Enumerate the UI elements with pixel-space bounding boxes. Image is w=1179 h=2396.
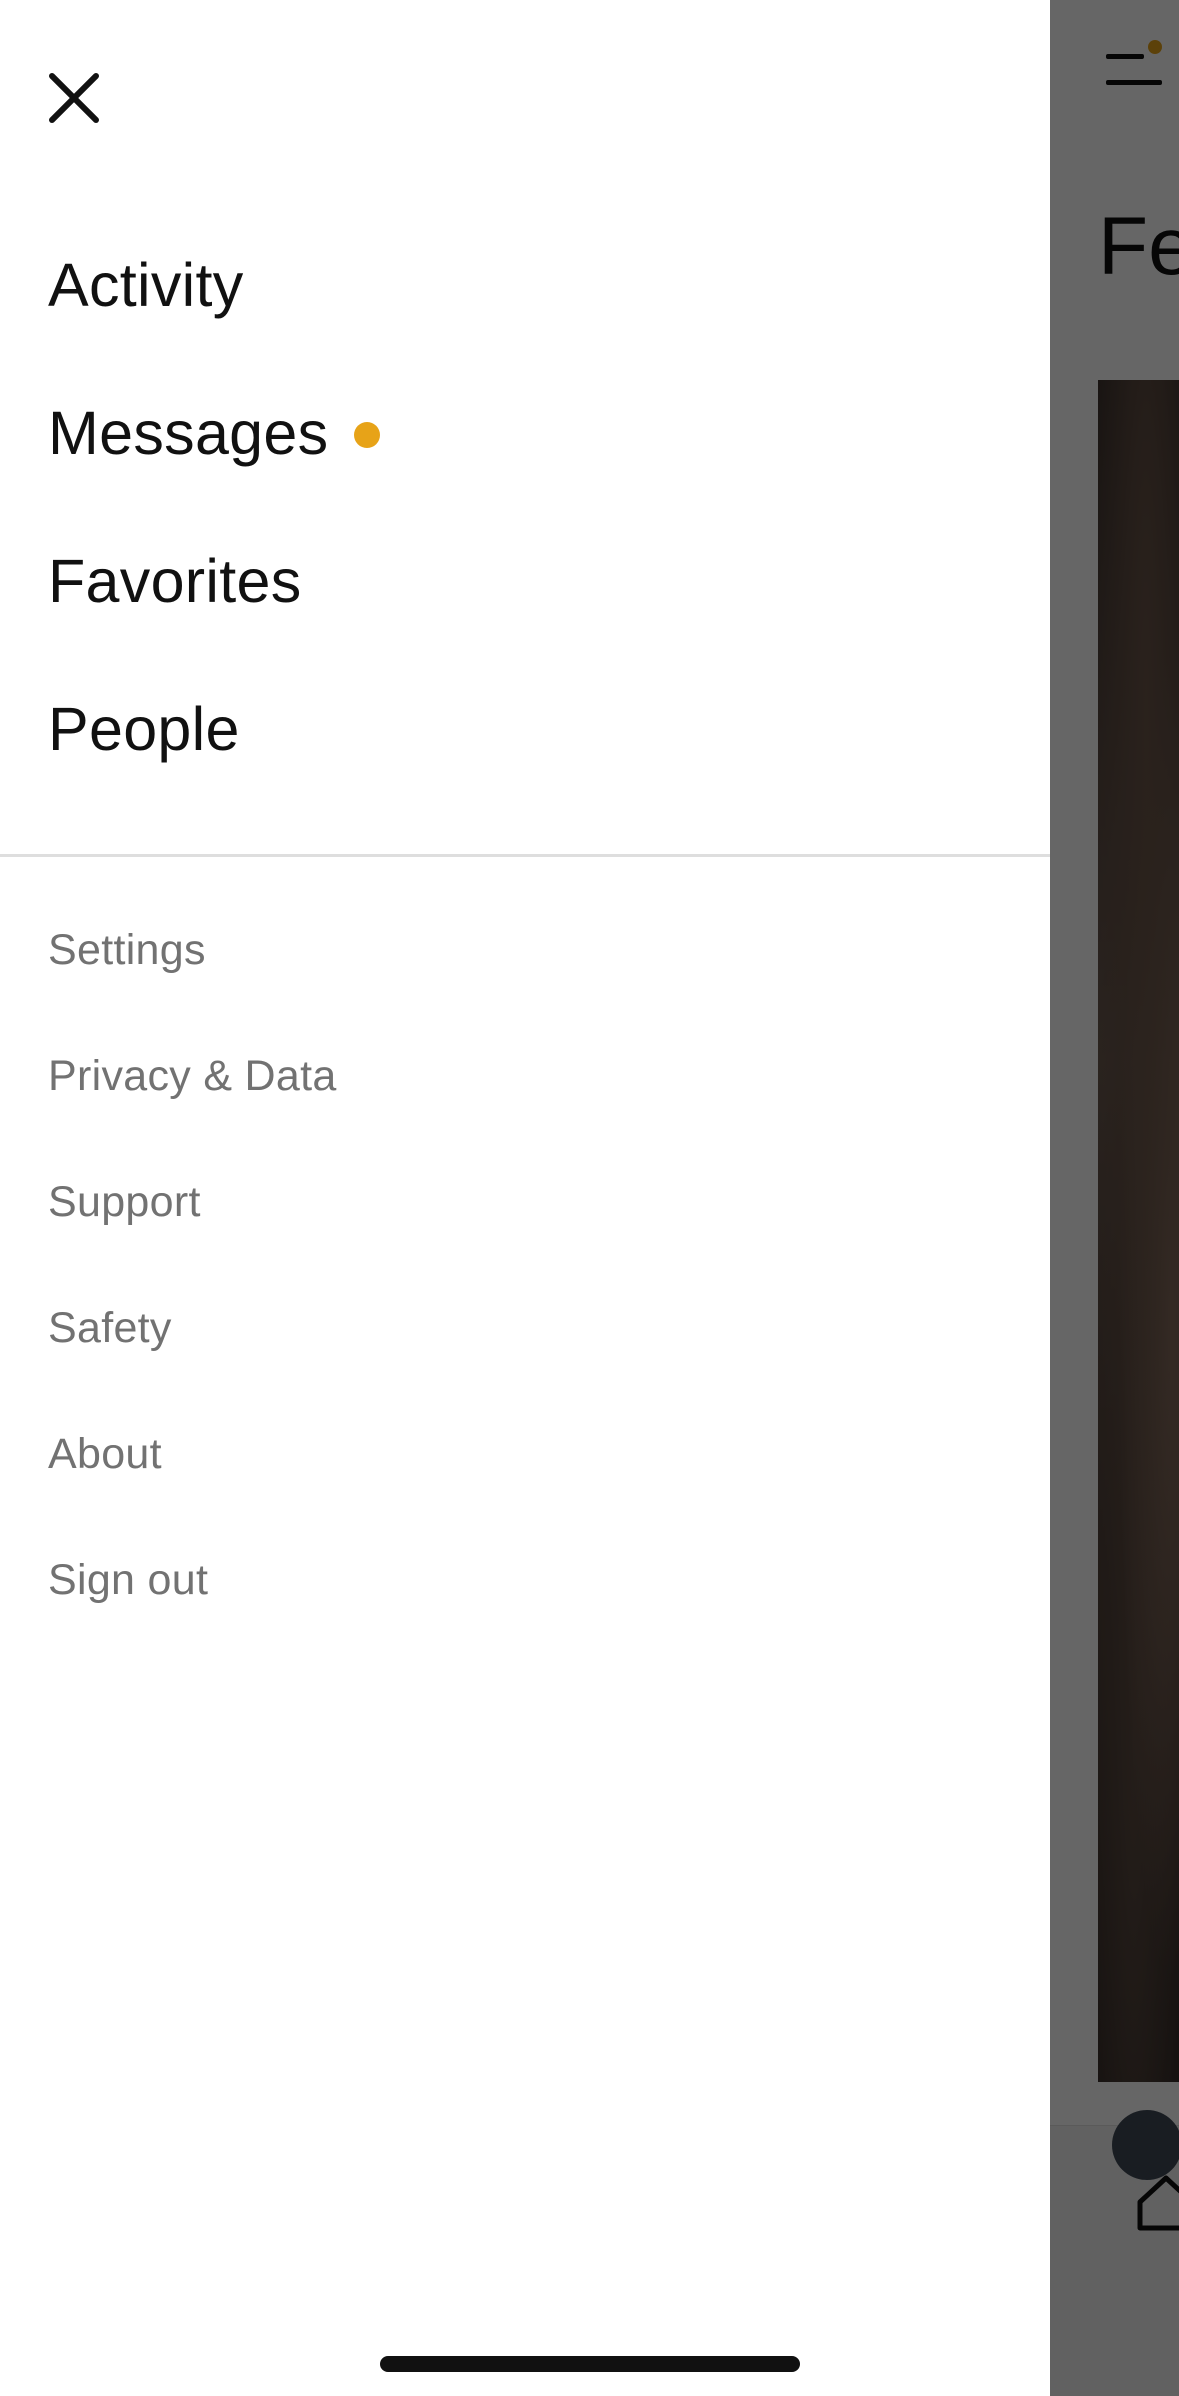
divider bbox=[0, 854, 1050, 857]
nav-item-label: Favorites bbox=[48, 547, 302, 615]
nav-item-label: About bbox=[48, 1429, 162, 1478]
nav-item-support[interactable]: Support bbox=[48, 1162, 201, 1242]
nav-item-label: Support bbox=[48, 1177, 201, 1226]
navigation-drawer: Activity Messages Favorites People Setti… bbox=[0, 0, 1050, 2396]
nav-item-label: Activity bbox=[48, 251, 244, 319]
nav-item-favorites[interactable]: Favorites bbox=[48, 526, 302, 636]
nav-item-label: People bbox=[48, 695, 240, 763]
nav-item-label: Settings bbox=[48, 925, 206, 974]
nav-item-privacy-data[interactable]: Privacy & Data bbox=[48, 1036, 337, 1116]
nav-item-sign-out[interactable]: Sign out bbox=[48, 1540, 208, 1620]
nav-item-label: Privacy & Data bbox=[48, 1051, 337, 1100]
nav-item-settings[interactable]: Settings bbox=[48, 910, 206, 990]
nav-item-activity[interactable]: Activity bbox=[48, 230, 244, 340]
nav-item-messages[interactable]: Messages bbox=[48, 378, 381, 488]
nav-item-label: Safety bbox=[48, 1303, 172, 1352]
close-button[interactable] bbox=[38, 62, 110, 134]
nav-item-about[interactable]: About bbox=[48, 1414, 162, 1494]
nav-item-label: Messages bbox=[48, 399, 329, 467]
nav-item-people[interactable]: People bbox=[48, 674, 240, 784]
nav-item-safety[interactable]: Safety bbox=[48, 1288, 172, 1368]
unread-badge-dot bbox=[354, 422, 381, 448]
home-indicator bbox=[380, 2356, 800, 2372]
close-icon bbox=[49, 73, 99, 123]
nav-item-label: Sign out bbox=[48, 1555, 209, 1604]
